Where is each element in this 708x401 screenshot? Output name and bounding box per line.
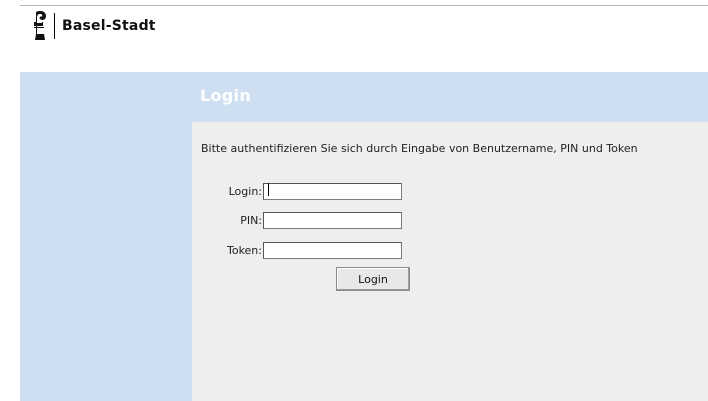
token-row: Token: [200, 239, 402, 261]
login-row: Login: [200, 180, 402, 202]
token-label: Token: [226, 243, 262, 257]
site-logo[interactable]: Basel-Stadt [29, 10, 156, 42]
login-submit-button[interactable]: Login [336, 267, 410, 291]
left-sidebar-band [20, 72, 192, 401]
logo-divider [54, 13, 55, 39]
panel-header [192, 72, 708, 122]
pin-input[interactable] [263, 211, 402, 229]
text-caret [268, 183, 269, 196]
token-input[interactable] [263, 241, 402, 259]
pin-label: PIN: [240, 213, 262, 227]
login-page: Basel-Stadt Login Bitte authentifizieren… [0, 0, 708, 401]
brand-name: Basel-Stadt [62, 18, 156, 34]
panel-content [192, 122, 708, 401]
login-input[interactable] [263, 182, 402, 200]
top-divider [20, 5, 708, 6]
login-label: Login: [228, 184, 262, 198]
basel-crozier-icon [34, 11, 46, 40]
instructions-text: Bitte authentifizieren Sie sich durch Ei… [201, 142, 638, 155]
panel-title: Login [200, 86, 252, 105]
pin-row: PIN: [200, 209, 402, 231]
